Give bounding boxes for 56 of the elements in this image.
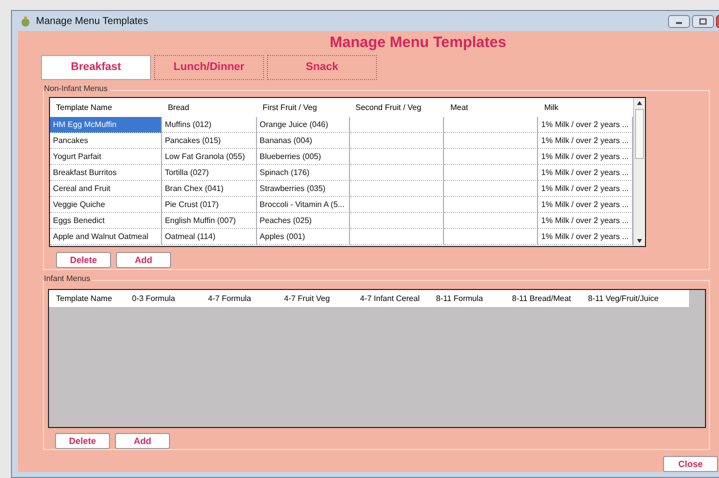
table-cell: Bran Chex (041) [162,180,257,197]
table-cell: English Muffin (007) [162,212,257,229]
action-button[interactable]: Add [115,433,170,449]
table-cell: Muffins (012) [162,116,257,133]
maximize-button[interactable] [692,14,714,28]
action-button[interactable]: Delete [55,433,110,449]
group-label: Non-Infant Menus [44,84,110,93]
column-header[interactable]: 4-7 Formula [201,294,277,303]
table-cell: Bananas (004) [256,132,350,149]
table-cell: Oatmeal (114) [162,228,257,245]
column-header[interactable]: Second Fruit / Veg [350,102,444,112]
table-cell: Broccoli - Vitamin A (5... [256,196,350,213]
table-cell: Low Fat Granola (055) [162,148,257,165]
table-cell: Strawberries (035) [256,180,350,197]
scroll-bar[interactable] [633,98,645,246]
action-button[interactable]: Add [116,252,171,268]
maximize-icon [699,18,707,24]
scroll-down-icon [637,238,642,243]
page-heading: Manage Menu Templates [328,34,508,53]
scroll-thumb[interactable] [635,108,644,159]
minimize-button[interactable] [668,14,690,28]
table-cell: Veggie Quiche [50,196,162,213]
column-header[interactable]: Bread [162,102,257,112]
table-cell: HM Egg McMuffin [50,116,162,133]
column-header[interactable]: 8-11 Bread/Meat [505,294,581,303]
table-cell: Cereal and Fruit [50,180,162,197]
column-header[interactable]: 8-11 Veg/Fruit/Juice [581,294,689,303]
table-cell: Pie Crust (017) [162,196,257,213]
table-cell: Eggs Benedict [50,212,162,229]
table-cell: Blueberries (005) [256,148,350,165]
table-cell: Apples (001) [256,228,350,245]
table-cell: Apple and Walnut Oatmeal [50,228,162,245]
table-cell: Pancakes [50,132,162,149]
column-header[interactable]: 0-3 Formula [125,294,201,303]
action-button[interactable]: Delete [56,252,111,268]
table-cell: Breakfast Burritos [50,164,162,181]
group-label: Infant Menus [44,274,92,283]
column-header[interactable]: Template Name [50,102,162,112]
table-cell: Peaches (025) [256,212,350,229]
table-cell: Yogurt Parfait [50,148,162,165]
column-header[interactable]: 8-11 Formula [429,294,505,303]
window-title: Manage Menu Templates [36,16,148,26]
column-header[interactable]: Milk [538,102,634,112]
table-cell: Tortilla (027) [162,164,257,181]
column-header[interactable]: 4-7 Infant Cereal [353,294,429,303]
tab[interactable]: Breakfast [41,54,151,80]
column-header[interactable]: Meat [444,102,538,112]
column-header[interactable]: 4-7 Fruit Veg [277,294,353,303]
table-cell: Pancakes (015) [162,132,257,149]
app-icon [20,16,31,26]
table-cell: Orange Juice (046) [256,116,350,133]
column-header[interactable]: First Fruit / Veg [256,102,350,112]
scroll-up-icon [637,100,642,105]
column-header[interactable]: Template Name [49,294,125,303]
table-cell: Spinach (176) [256,164,350,181]
close-dialog-button[interactable]: Close [663,456,718,472]
